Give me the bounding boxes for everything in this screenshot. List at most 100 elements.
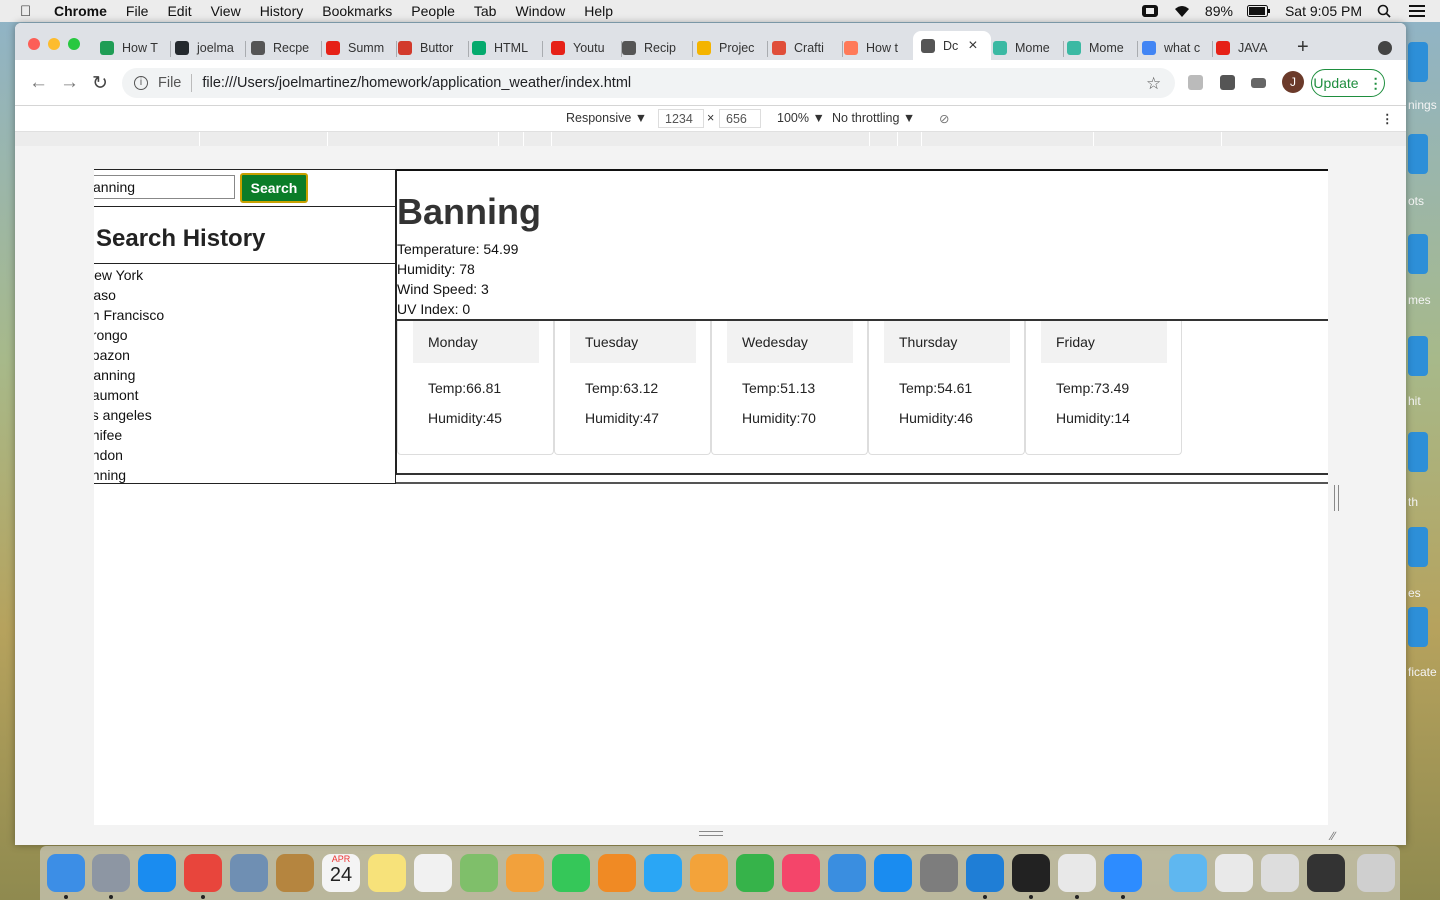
back-arrow-icon[interactable]: ← — [29, 72, 48, 94]
browser-tab[interactable]: How T — [100, 35, 166, 60]
wifi-icon[interactable] — [1173, 4, 1191, 18]
search-history-item[interactable]: ondon — [94, 445, 396, 465]
desktop-folder-icon[interactable] — [1408, 336, 1428, 376]
terminal-icon[interactable] — [1012, 854, 1050, 892]
keynote-icon[interactable] — [828, 854, 866, 892]
extension-icon[interactable] — [1188, 75, 1203, 90]
browser-tab[interactable]: Recip — [622, 35, 688, 60]
vscode-icon[interactable] — [966, 854, 1004, 892]
menu-app-name[interactable]: Chrome — [54, 3, 107, 19]
browser-tab[interactable]: Recpe — [251, 35, 317, 60]
browser-tab[interactable]: JAVA — [1216, 35, 1282, 60]
books-icon[interactable] — [598, 854, 636, 892]
documents-stack-icon[interactable] — [1261, 854, 1299, 892]
maximize-window-button[interactable] — [68, 38, 80, 50]
device-select[interactable]: Responsive ▼ — [566, 111, 647, 125]
browser-tab[interactable]: what c — [1142, 35, 1208, 60]
more-vertical-icon[interactable]: ⋮ — [1369, 75, 1383, 92]
search-history-item[interactable]: Paso — [94, 285, 396, 305]
screen-record-icon[interactable] — [1141, 4, 1159, 18]
screenshot-stack-icon[interactable] — [1307, 854, 1345, 892]
search-button[interactable]: Search — [240, 173, 308, 203]
trash-icon[interactable] — [1357, 854, 1395, 892]
browser-tab[interactable]: HTML — [472, 35, 538, 60]
desktop-folder-icon[interactable] — [1408, 42, 1428, 82]
browser-tab[interactable]: Mome — [1067, 35, 1133, 60]
desktop-folder-icon[interactable] — [1408, 607, 1428, 647]
spotlight-search-icon[interactable] — [1376, 4, 1394, 18]
desktop-folder-icon[interactable] — [1408, 432, 1428, 472]
search-history-item[interactable]: os angeles — [94, 405, 396, 425]
search-history-item[interactable]: orongo — [94, 325, 396, 345]
viewport-right-resize-handle[interactable] — [1334, 485, 1339, 511]
tab-active[interactable]: Dc × — [913, 31, 991, 60]
safari-icon[interactable] — [138, 854, 176, 892]
reading-list-icon[interactable] — [1251, 78, 1266, 88]
search-history-item[interactable]: an Francisco — [94, 305, 396, 325]
chrome-icon[interactable] — [184, 854, 222, 892]
bookmark-star-icon[interactable]: ☆ — [1146, 74, 1161, 94]
apple-menu-icon[interactable]:  — [20, 3, 38, 20]
menu-bookmarks[interactable]: Bookmarks — [322, 3, 392, 19]
app-store-icon[interactable] — [874, 854, 912, 892]
viewport-corner-resize-handle[interactable]: ∕∕ — [1331, 829, 1335, 843]
browser-tab[interactable]: Projec — [697, 35, 763, 60]
menu-help[interactable]: Help — [584, 3, 613, 19]
viewport-bottom-resize-handle[interactable] — [699, 831, 723, 836]
address-url[interactable]: file:///Users/joelmartinez/homework/appl… — [202, 75, 631, 91]
facetime-icon[interactable] — [552, 854, 590, 892]
new-tab-plus-icon[interactable]: + — [1297, 36, 1309, 59]
contacts-icon[interactable] — [276, 854, 314, 892]
system-preferences-icon[interactable] — [920, 854, 958, 892]
browser-tab[interactable]: Crafti — [772, 35, 838, 60]
slack-icon[interactable] — [1058, 854, 1096, 892]
viewport-width-input[interactable]: 1234 — [658, 109, 704, 128]
search-history-item[interactable]: New York — [94, 265, 396, 285]
preview-icon[interactable] — [230, 854, 268, 892]
menubar-clock[interactable]: Sat 9:05 PM — [1285, 3, 1362, 19]
folder-icon[interactable] — [1169, 854, 1207, 892]
menu-file[interactable]: File — [126, 3, 149, 19]
site-info-icon[interactable]: i — [134, 76, 148, 90]
browser-tab[interactable]: How t — [844, 35, 910, 60]
downloads-stack-icon[interactable] — [1215, 854, 1253, 892]
reload-icon[interactable]: ↻ — [92, 72, 108, 95]
launchpad-icon[interactable] — [92, 854, 130, 892]
maps-icon[interactable] — [460, 854, 498, 892]
menu-people[interactable]: People — [411, 3, 455, 19]
browser-tab[interactable]: joelma — [175, 35, 241, 60]
tab-search-chevron-icon[interactable] — [1378, 41, 1392, 55]
browser-tab[interactable]: Youtu — [551, 35, 617, 60]
menu-history[interactable]: History — [260, 3, 304, 19]
menu-window[interactable]: Window — [515, 3, 565, 19]
forward-arrow-icon[interactable]: → — [60, 72, 79, 94]
reminders-icon[interactable] — [414, 854, 452, 892]
device-more-icon[interactable]: ⋮ — [1381, 111, 1394, 126]
search-history-item[interactable]: eaumont — [94, 385, 396, 405]
notes-icon[interactable] — [368, 854, 406, 892]
calendar-icon[interactable]: APR 24 — [322, 854, 360, 892]
notification-center-icon[interactable] — [1408, 4, 1426, 18]
menu-tab[interactable]: Tab — [474, 3, 497, 19]
browser-tab[interactable]: Mome — [993, 35, 1059, 60]
city-search-input[interactable]: anning — [94, 175, 235, 199]
browser-tab[interactable]: Summ — [326, 35, 392, 60]
rotate-icon[interactable]: ⊘ — [939, 111, 949, 126]
close-window-button[interactable] — [28, 38, 40, 50]
extensions-puzzle-icon[interactable] — [1220, 75, 1235, 90]
browser-tab[interactable]: Buttor — [398, 35, 464, 60]
music-icon[interactable] — [782, 854, 820, 892]
search-history-item[interactable]: abazon — [94, 345, 396, 365]
zoom-select[interactable]: 100% ▼ — [777, 111, 825, 125]
zoom-icon[interactable] — [1104, 854, 1142, 892]
profile-avatar[interactable]: J — [1282, 71, 1304, 93]
desktop-folder-icon[interactable] — [1408, 234, 1428, 274]
update-button[interactable]: Update ⋮ — [1311, 69, 1385, 97]
media-query-ruler[interactable] — [15, 132, 1406, 146]
close-tab-icon[interactable]: × — [968, 37, 977, 55]
menu-edit[interactable]: Edit — [167, 3, 191, 19]
desktop-folder-icon[interactable] — [1408, 527, 1428, 567]
search-history-item[interactable]: anning — [94, 465, 396, 485]
viewport-height-input[interactable]: 656 — [719, 109, 761, 128]
pages-icon[interactable] — [690, 854, 728, 892]
